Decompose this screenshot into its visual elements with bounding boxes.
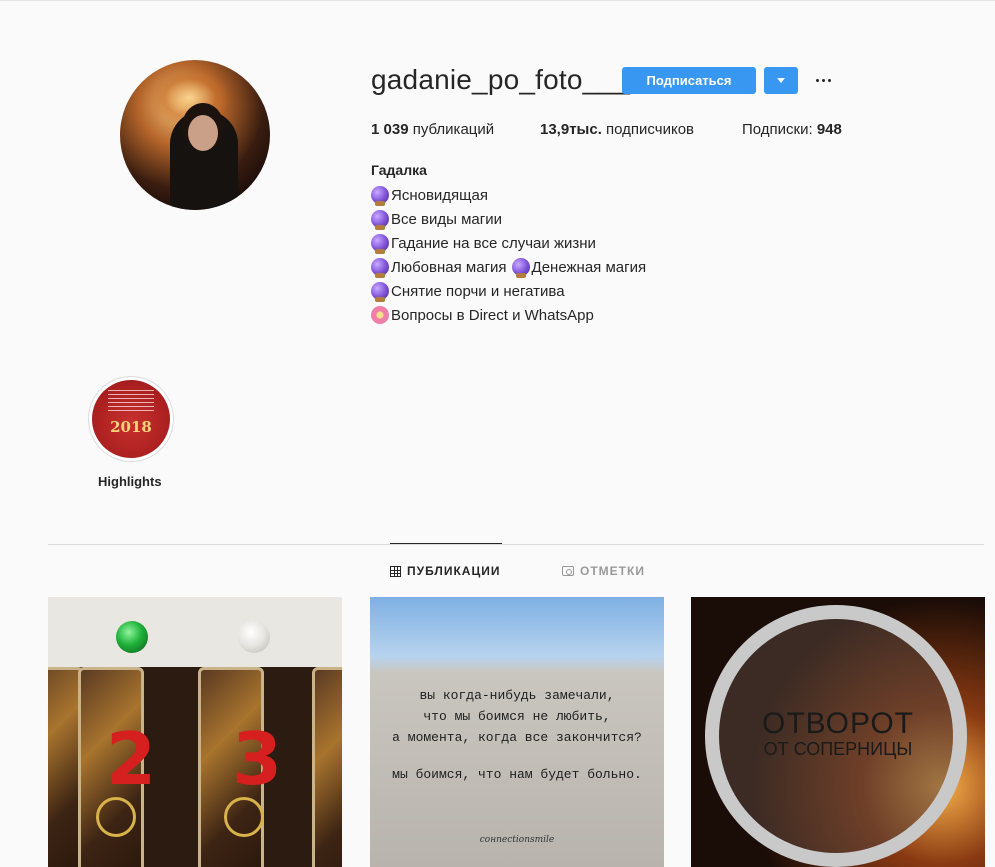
tab-posts[interactable]: ПУБЛИКАЦИИ: [390, 564, 500, 578]
crystal-ball-icon: [511, 258, 530, 278]
crystal-ball-icon: [371, 258, 389, 278]
tab-tagged[interactable]: ОТМЕТКИ: [562, 564, 645, 578]
post-thumbnail[interactable]: вы когда-нибудь замечали, что мы боимся …: [370, 597, 664, 867]
ellipsis-icon: [815, 78, 819, 82]
hibiscus-icon: [371, 306, 389, 324]
more-options-button[interactable]: [812, 70, 834, 90]
bio-line: Все виды магии: [371, 210, 502, 230]
pentacle-icon: [96, 797, 136, 837]
pentacle-icon: [224, 797, 264, 837]
crystal-ball-icon: [371, 234, 389, 254]
clear-stone: [238, 621, 270, 653]
post-quote: вы когда-нибудь замечали, что мы боимся …: [392, 688, 642, 782]
post-thumbnail[interactable]: ОТВОРОТ ОТ СОПЕРНИЦЫ: [691, 597, 985, 867]
highlight-cover-year: 2018: [110, 418, 152, 436]
posts-count: 1 039 публикаций: [371, 121, 495, 138]
highlight-cover-text: [108, 390, 154, 412]
chevron-down-icon: [777, 78, 785, 83]
tabs-divider: [48, 544, 984, 545]
post-thumbnail[interactable]: 2 3: [48, 597, 342, 867]
active-tab-indicator: [390, 543, 502, 544]
crystal-ball-icon: [371, 282, 389, 302]
bio-name: Гадалка: [371, 162, 427, 178]
bio-line: Вопросы в Direct и WhatsApp: [371, 306, 594, 324]
bio-line: Гадание на все случаи жизни: [371, 234, 596, 254]
post-title: ОТВОРОТ: [761, 707, 915, 740]
followers-count[interactable]: 13,9тыс. подписчиков: [540, 121, 694, 138]
suggestions-dropdown-button[interactable]: [764, 67, 798, 94]
follow-button[interactable]: Подписаться: [622, 67, 756, 94]
profile-avatar[interactable]: [120, 60, 270, 210]
card-number: 2: [106, 717, 157, 801]
crystal-ball-icon: [371, 186, 389, 206]
following-count[interactable]: Подписки: 948: [742, 121, 842, 138]
tagged-icon: [562, 566, 574, 576]
highlight-cover: 2018: [92, 380, 170, 458]
bio-line: Любовная магия Денежная магия: [371, 258, 646, 278]
highlight-label[interactable]: Highlights: [98, 474, 162, 489]
highlight-story[interactable]: 2018: [88, 376, 174, 462]
post-signature: coнnectionsmile: [479, 835, 555, 845]
card-number: 3: [232, 717, 283, 801]
top-border: [0, 0, 995, 1]
crystal-ball-icon: [371, 210, 389, 230]
grid-icon: [390, 565, 401, 577]
profile-username: gadanie_po_foto___: [371, 64, 630, 95]
post-subtitle: ОТ СОПЕРНИЦЫ: [763, 739, 913, 759]
bio-line: Ясновидящая: [371, 186, 488, 206]
bio-line: Снятие порчи и негатива: [371, 282, 565, 302]
avatar-head: [188, 115, 218, 151]
green-stone: [116, 621, 148, 653]
tarot-card: [312, 667, 342, 867]
